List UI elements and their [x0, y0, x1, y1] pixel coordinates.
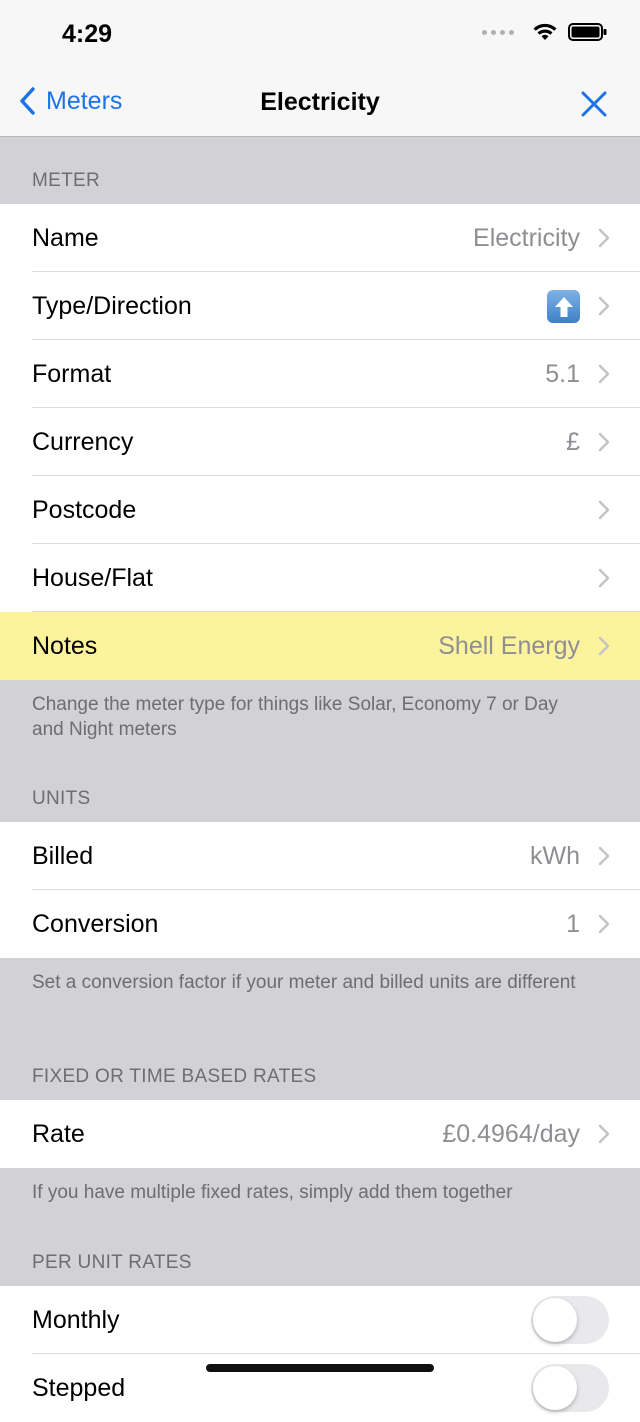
status-icons [482, 22, 608, 42]
meter-group: Name Electricity Type/Direction Format 5… [0, 204, 640, 680]
battery-icon [568, 23, 607, 41]
row-label: Currency [32, 427, 134, 456]
row-label: Notes [32, 631, 98, 660]
status-bar: 4:29 [0, 0, 640, 70]
section-footer-units: Set a conversion factor if your meter an… [32, 972, 576, 993]
stepped-toggle[interactable] [531, 1364, 609, 1412]
section-header-per-unit-rates: PER UNIT RATES [32, 1252, 192, 1273]
row-value: 5.1 [545, 359, 580, 388]
chevron-right-icon [598, 914, 610, 934]
chevron-right-icon [598, 636, 610, 656]
chevron-right-icon [598, 228, 610, 248]
row-rate[interactable]: Rate £0.4964/day [0, 1100, 640, 1168]
units-group: Billed kWh Conversion 1 [0, 822, 640, 958]
page-title: Electricity [260, 88, 380, 116]
chevron-right-icon [598, 846, 610, 866]
settings-list: METER Name Electricity Type/Direction Fo… [0, 138, 640, 1422]
navigation-bar: Meters Electricity [0, 70, 640, 137]
row-value: 1 [566, 909, 580, 938]
row-value: £ [566, 427, 580, 456]
status-time: 4:29 [62, 20, 113, 48]
section-footer-fixed-rates: If you have multiple fixed rates, simply… [32, 1182, 513, 1203]
row-label: Rate [32, 1119, 85, 1148]
row-label: Name [32, 223, 99, 252]
wifi-icon [533, 23, 557, 40]
row-type-direction[interactable]: Type/Direction [0, 272, 640, 340]
row-label: Conversion [32, 909, 159, 938]
section-header-fixed-rates: FIXED OR TIME BASED RATES [32, 1066, 317, 1087]
row-value: Shell Energy [438, 631, 580, 660]
chevron-right-icon [598, 364, 610, 384]
row-label: Format [32, 359, 112, 388]
chevron-right-icon [598, 432, 610, 452]
row-conversion[interactable]: Conversion 1 [0, 890, 640, 958]
fixed-rates-group: Rate £0.4964/day [0, 1100, 640, 1168]
section-header-units: UNITS [32, 788, 91, 809]
row-monthly: Monthly [0, 1286, 640, 1354]
row-label: House/Flat [32, 563, 153, 592]
row-format[interactable]: Format 5.1 [0, 340, 640, 408]
home-indicator[interactable] [206, 1364, 434, 1372]
row-billed[interactable]: Billed kWh [0, 822, 640, 890]
row-label: Postcode [32, 495, 137, 524]
chevron-right-icon [598, 568, 610, 588]
row-label: Monthly [32, 1305, 120, 1334]
arrow-up-box-icon [547, 290, 580, 323]
close-icon[interactable] [578, 88, 610, 120]
section-footer-meter: Change the meter type for things like So… [32, 694, 558, 740]
chevron-right-icon [598, 1124, 610, 1144]
chevron-right-icon [598, 500, 610, 520]
row-label: Type/Direction [32, 291, 192, 320]
row-currency[interactable]: Currency £ [0, 408, 640, 476]
row-value: Electricity [473, 223, 580, 252]
row-postcode[interactable]: Postcode [0, 476, 640, 544]
chevron-right-icon [598, 296, 610, 316]
row-value: £0.4964/day [442, 1119, 580, 1148]
section-header-meter: METER [32, 170, 100, 191]
row-house-flat[interactable]: House/Flat [0, 544, 640, 612]
per-unit-rates-group: Monthly Stepped [0, 1286, 640, 1422]
signal-icon [482, 29, 514, 35]
row-label: Stepped [32, 1373, 126, 1402]
row-name[interactable]: Name Electricity [0, 204, 640, 272]
row-label: Billed [32, 841, 94, 870]
row-value: kWh [530, 841, 580, 870]
row-notes[interactable]: Notes Shell Energy [0, 612, 640, 680]
monthly-toggle[interactable] [531, 1296, 609, 1344]
